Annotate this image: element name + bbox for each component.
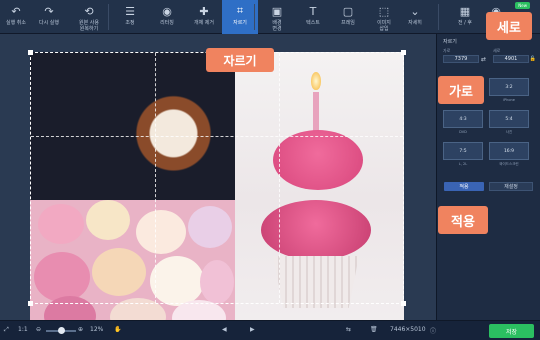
compare-icon[interactable]: ⇆ <box>346 326 351 333</box>
fit-screen-icon[interactable]: ⤢ <box>4 326 9 334</box>
aspect-preset-button[interactable]: 5:4 <box>489 110 529 128</box>
lock-icon[interactable]: 🔓 <box>530 56 536 62</box>
aspect-preset-caption: DVD <box>459 130 467 134</box>
crop-icon: ⌗ <box>236 4 244 17</box>
tool-label: 텍스트 <box>306 20 320 26</box>
restore-icon: ⟲ <box>84 4 94 18</box>
tool-label: 리터칭 <box>160 20 174 26</box>
text-icon: T <box>309 4 317 18</box>
height-label: 세로 <box>493 48 501 53</box>
tool-label: 자르기 <box>233 20 247 26</box>
save-button[interactable]: 저장 <box>489 324 534 338</box>
width-input[interactable]: 7379 <box>443 55 479 63</box>
swap-icon[interactable]: ⇄ <box>481 56 486 63</box>
tool-label: 이미지 삽입 <box>377 20 391 32</box>
callout-crop: 자르기 <box>206 48 274 72</box>
delete-icon[interactable]: 🗑 <box>370 326 378 333</box>
crop-frame[interactable] <box>28 50 406 306</box>
before-after-label: 전 / 후 <box>457 20 473 26</box>
next-icon[interactable]: ▶ <box>250 326 255 333</box>
crop-handle-bottom-right[interactable] <box>401 301 406 306</box>
reset-button[interactable]: 재설정 <box>489 182 533 191</box>
before-after-icon: ▦ <box>459 4 471 18</box>
toolbar-divider <box>438 4 439 30</box>
crop-grid-line <box>279 53 280 303</box>
background-icon: ▣ <box>271 4 283 18</box>
remove-object-icon: ✚ <box>199 4 209 18</box>
callout-width: 가로 <box>438 76 484 104</box>
width-label: 가로 <box>443 48 451 53</box>
hand-tool-icon[interactable]: ✋ <box>114 326 121 333</box>
aspect-preset-caption: 사진 <box>505 130 513 134</box>
tool-label: 배경 변경 <box>272 20 282 32</box>
tool-background[interactable]: ▣ 배경 변경 <box>260 0 294 34</box>
tool-label: 자세히 <box>408 20 422 26</box>
tool-label: 프레임 <box>341 20 355 26</box>
zoom-out-icon[interactable]: ⊖ <box>36 326 41 333</box>
image-dimensions: 7446×5010 <box>390 326 426 333</box>
tool-remove-object[interactable]: ✚ 개체 제거 <box>187 0 221 34</box>
panel-title: 자르기 <box>443 39 457 45</box>
insert-image-icon: ⬚ <box>378 4 390 18</box>
aspect-preset-caption: L, 2L <box>458 162 468 166</box>
aspect-preset-button[interactable]: 4:3 <box>443 110 483 128</box>
tool-adjust[interactable]: ☰ 조정 <box>114 0 146 34</box>
aspect-preset-caption: 와이드스크린 <box>499 162 519 166</box>
apply-button[interactable]: 적용 <box>444 182 484 191</box>
aspect-preset-button[interactable]: 3:2 <box>489 78 529 96</box>
callout-apply: 적용 <box>438 206 488 234</box>
tool-text[interactable]: T 텍스트 <box>296 0 330 34</box>
height-input[interactable]: 4901 <box>493 55 529 63</box>
canvas-area[interactable]: 자르기 <box>0 34 436 336</box>
ratio-label[interactable]: 1:1 <box>18 326 28 333</box>
crop-grid-line <box>31 136 403 137</box>
more-icon: ⌄ <box>410 4 420 18</box>
crop-grid-line <box>155 53 156 303</box>
crop-handle-bottom-left[interactable] <box>28 301 33 306</box>
tool-label: 실행 취소 <box>6 20 26 26</box>
before-after-toggle[interactable]: ▦ 전 / 후 <box>444 0 486 34</box>
tool-crop[interactable]: ⌗ 자르기 <box>222 0 258 34</box>
zoom-in-icon[interactable]: ⊕ <box>78 326 83 333</box>
crop-handle-top-left[interactable] <box>28 50 33 55</box>
tool-redo[interactable]: ↷ 다시 실행 <box>32 0 66 34</box>
tool-label: 원본 사용 원복하기 <box>79 20 99 32</box>
aspect-preset-button[interactable]: 16:9 <box>489 142 529 160</box>
frame-icon: ▢ <box>342 4 354 18</box>
adjust-icon: ☰ <box>125 4 135 18</box>
crop-handle-top-right[interactable] <box>401 50 406 55</box>
callout-height: 세로 <box>486 12 532 40</box>
info-icon[interactable]: ⓘ <box>430 326 436 335</box>
undo-icon: ↶ <box>11 4 21 18</box>
tool-label: 조정 <box>125 20 135 26</box>
tool-frame[interactable]: ▢ 프레임 <box>332 0 364 34</box>
tool-label: 다시 실행 <box>39 20 59 26</box>
aspect-preset-button[interactable]: 7:5 <box>443 142 483 160</box>
toolbar-divider <box>108 4 109 30</box>
tool-retouch[interactable]: ◉ 리터칭 <box>150 0 184 34</box>
toolbar-divider <box>254 4 255 30</box>
new-badge: New <box>515 2 530 9</box>
redo-icon: ↷ <box>44 4 54 18</box>
tool-restore[interactable]: ⟲ 원본 사용 원복하기 <box>68 0 110 34</box>
aspect-preset-caption: iPhone <box>503 98 515 102</box>
tool-undo[interactable]: ↶ 실행 취소 <box>2 0 30 34</box>
tool-insert-image[interactable]: ⬚ 이미지 삽입 <box>366 0 402 34</box>
tool-more[interactable]: ⌄ 자세히 <box>404 0 426 34</box>
tool-label: 개체 제거 <box>194 20 214 26</box>
previous-icon[interactable]: ◀ <box>222 326 227 333</box>
zoom-slider-knob[interactable] <box>58 327 65 334</box>
bottom-status-bar: ⤢ 1:1 ⊖ ⊕ 12% ✋ ◀ ▶ ⇆ 🗑 7446×5010 ⓘ 저장 <box>0 320 540 340</box>
retouch-icon: ◉ <box>162 4 172 18</box>
zoom-percent: 12% <box>90 326 104 333</box>
top-toolbar: New ↶ 실행 취소 ↷ 다시 실행 ⟲ 원본 사용 원복하기 ☰ 조정 ◉ 리터칭 ✚ 개체 제거… <box>0 0 540 34</box>
